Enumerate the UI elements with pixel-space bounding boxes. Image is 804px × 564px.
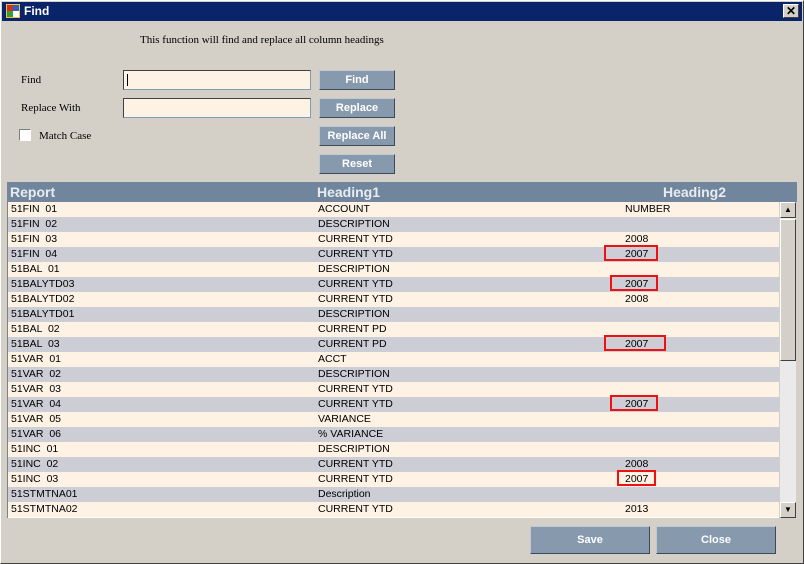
- table-row[interactable]: 51STMTNA01 Description: [8, 487, 780, 502]
- cell-report[interactable]: 51STMTNA02: [11, 503, 78, 516]
- cell-heading1[interactable]: CURRENT YTD: [318, 503, 393, 516]
- cell-heading1[interactable]: Description: [318, 488, 371, 501]
- cell-heading1[interactable]: DESCRIPTION: [318, 263, 390, 276]
- replace-label: Replace With: [21, 102, 81, 114]
- table-row[interactable]: 51BAL 03 CURRENT PD 2007: [8, 335, 780, 352]
- close-button[interactable]: Close: [656, 526, 776, 554]
- table-row[interactable]: 51VAR 03 CURRENT YTD: [8, 382, 780, 397]
- table-row[interactable]: 51FIN 01 ACCOUNT NUMBER: [8, 202, 780, 217]
- cell-heading1[interactable]: CURRENT YTD: [318, 293, 393, 306]
- cell-report[interactable]: 51BALYTD02: [11, 293, 74, 306]
- cell-report[interactable]: 51BALYTD01: [11, 308, 74, 321]
- cell-heading1[interactable]: CURRENT PD: [318, 338, 387, 351]
- cell-report[interactable]: 51BALYTD03: [11, 278, 74, 291]
- cell-report[interactable]: 51INC 02: [11, 458, 58, 471]
- table-row[interactable]: 51BAL 01 DESCRIPTION: [8, 262, 780, 277]
- cell-heading1[interactable]: ACCOUNT: [318, 203, 370, 216]
- cell-heading1[interactable]: DESCRIPTION: [318, 218, 390, 231]
- cell-report[interactable]: 51FIN 02: [11, 218, 57, 231]
- vertical-scrollbar[interactable]: ▲ ▼: [779, 202, 796, 518]
- cell-heading1[interactable]: CURRENT YTD: [318, 458, 393, 471]
- highlight-box: [617, 470, 656, 486]
- text-caret: [127, 74, 128, 86]
- window-title: Find: [24, 4, 50, 18]
- replace-button[interactable]: Replace: [319, 98, 395, 118]
- find-dialog: Find ✕ This function will find and repla…: [0, 0, 804, 564]
- table-row[interactable]: 51BALYTD01 DESCRIPTION: [8, 307, 780, 322]
- column-header-report[interactable]: Report: [10, 184, 55, 200]
- grid-header: Report Heading1 Heading2: [7, 182, 797, 202]
- cell-report[interactable]: 51FIN 03: [11, 233, 57, 246]
- cell-heading1[interactable]: ACCT: [318, 353, 347, 366]
- cell-heading1[interactable]: CURRENT PD: [318, 323, 387, 336]
- save-button[interactable]: Save: [530, 526, 650, 554]
- cell-report[interactable]: 51VAR 06: [11, 428, 61, 441]
- cell-heading1[interactable]: CURRENT YTD: [318, 473, 393, 486]
- cell-report[interactable]: 51INC 03: [11, 473, 58, 486]
- match-case-label: Match Case: [39, 130, 92, 142]
- cell-heading1[interactable]: CURRENT YTD: [318, 248, 393, 261]
- table-row[interactable]: 51INC 03 CURRENT YTD 2007: [8, 470, 780, 487]
- find-input[interactable]: [123, 70, 311, 90]
- cell-report[interactable]: 51INC 01: [11, 443, 58, 456]
- cell-report[interactable]: 51STMTNA01: [11, 488, 78, 501]
- table-row[interactable]: 51FIN 04 CURRENT YTD 2007: [8, 245, 780, 262]
- grid-body: 51FIN 01 ACCOUNT NUMBER 51FIN 02 DESCRIPTION…: [7, 202, 780, 518]
- table-row[interactable]: 51VAR 01 ACCT: [8, 352, 780, 367]
- table-row[interactable]: 51FIN 02 DESCRIPTION: [8, 217, 780, 232]
- table-row[interactable]: 51VAR 06 % VARIANCE: [8, 427, 780, 442]
- cell-report[interactable]: 51BAL 02: [11, 323, 60, 336]
- cell-heading1[interactable]: CURRENT YTD: [318, 278, 393, 291]
- match-case-checkbox[interactable]: [19, 129, 31, 141]
- highlight-box: [604, 335, 666, 351]
- find-label: Find: [21, 74, 42, 86]
- highlight-box: [604, 245, 658, 261]
- cell-heading1[interactable]: DESCRIPTION: [318, 308, 390, 321]
- table-row[interactable]: 51BALYTD03 CURRENT YTD 2007: [8, 275, 780, 292]
- app-icon: [6, 4, 20, 18]
- table-row[interactable]: 51FIN 03 CURRENT YTD 2008: [8, 232, 780, 247]
- reset-button[interactable]: Reset: [319, 154, 395, 174]
- scroll-thumb[interactable]: [780, 219, 796, 361]
- column-header-heading1[interactable]: Heading1: [317, 184, 380, 200]
- scroll-up-icon[interactable]: ▲: [780, 202, 796, 218]
- cell-report[interactable]: 51VAR 05: [11, 413, 61, 426]
- cell-report[interactable]: 51BAL 03: [11, 338, 60, 351]
- cell-heading2[interactable]: 2008: [625, 293, 648, 306]
- cell-report[interactable]: 51FIN 01: [11, 203, 57, 216]
- highlight-box: [610, 395, 658, 411]
- table-row[interactable]: 51BALYTD02 CURRENT YTD 2008: [8, 292, 780, 307]
- cell-heading1[interactable]: DESCRIPTION: [318, 443, 390, 456]
- table-row[interactable]: 51VAR 04 CURRENT YTD 2007: [8, 395, 780, 412]
- cell-heading1[interactable]: % VARIANCE: [318, 428, 383, 441]
- table-row[interactable]: 51STMTNA02 CURRENT YTD 2013: [8, 502, 780, 517]
- cell-heading1[interactable]: DESCRIPTION: [318, 368, 390, 381]
- cell-report[interactable]: 51FIN 04: [11, 248, 57, 261]
- replace-input[interactable]: [123, 98, 311, 118]
- cell-report[interactable]: 51VAR 04: [11, 398, 61, 411]
- cell-report[interactable]: 51VAR 03: [11, 383, 61, 396]
- cell-heading2[interactable]: 2013: [625, 503, 648, 516]
- table-row[interactable]: 51INC 01 DESCRIPTION: [8, 442, 780, 457]
- cell-heading1[interactable]: CURRENT YTD: [318, 383, 393, 396]
- find-button[interactable]: Find: [319, 70, 395, 90]
- table-row[interactable]: 51VAR 05 VARIANCE: [8, 412, 780, 427]
- highlight-box: [610, 275, 658, 291]
- column-header-heading2[interactable]: Heading2: [663, 184, 726, 200]
- table-row[interactable]: 51VAR 02 DESCRIPTION: [8, 367, 780, 382]
- cell-report[interactable]: 51VAR 01: [11, 353, 61, 366]
- cell-heading1[interactable]: CURRENT YTD: [318, 233, 393, 246]
- cell-heading1[interactable]: VARIANCE: [318, 413, 371, 426]
- cell-report[interactable]: 51BAL 01: [11, 263, 60, 276]
- close-icon[interactable]: ✕: [783, 4, 799, 18]
- scroll-down-icon[interactable]: ▼: [780, 502, 796, 518]
- cell-heading1[interactable]: CURRENT YTD: [318, 398, 393, 411]
- replace-all-button[interactable]: Replace All: [319, 126, 395, 146]
- title-bar: Find ✕: [2, 2, 802, 21]
- cell-heading2[interactable]: NUMBER: [625, 203, 671, 216]
- table-row[interactable]: 51INC 02 CURRENT YTD 2008: [8, 457, 780, 472]
- cell-report[interactable]: 51VAR 02: [11, 368, 61, 381]
- description-text: This function will find and replace all …: [140, 34, 384, 46]
